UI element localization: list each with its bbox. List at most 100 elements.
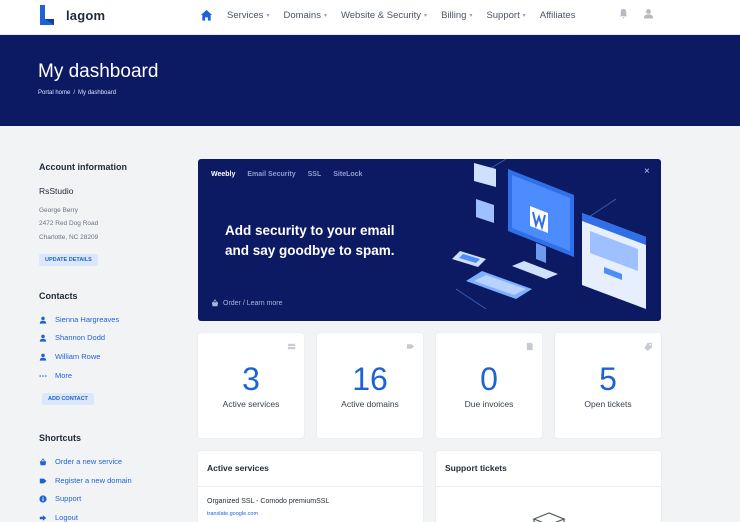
stat-label: Due invoices <box>464 399 514 409</box>
nav-item-billing[interactable]: Billing ▾ <box>441 10 472 21</box>
stat-label: Active services <box>222 399 280 409</box>
stat-card-active-domains[interactable]: 16 Active domains <box>317 333 423 438</box>
active-services-panel: Active services Organized SSL - Comodo p… <box>198 451 423 522</box>
chevron-down-icon: ▾ <box>424 12 428 19</box>
service-item-domain[interactable]: translate.google.com <box>207 511 258 517</box>
contact-name: Shannon Dodd <box>55 333 106 342</box>
account-info-heading: Account information <box>39 162 127 172</box>
nav-actions <box>618 8 654 19</box>
promo-order-link[interactable]: Order / Learn more <box>211 299 283 307</box>
stat-card-due-invoices[interactable]: 0 Due invoices <box>436 333 542 438</box>
shortcut-support[interactable]: Support <box>39 494 81 503</box>
stat-card-active-services[interactable]: 3 Active services <box>198 333 304 438</box>
update-details-button[interactable]: UPDATE DETAILS <box>39 254 98 266</box>
nav-label: Billing <box>441 9 467 21</box>
panel-title: Active services <box>207 463 269 473</box>
nav-label: Domains <box>283 9 321 21</box>
account-address-line1: 2472 Red Dog Road <box>39 220 99 227</box>
promo-heading-line2: and say goodbye to spam. <box>225 243 395 258</box>
service-item-name[interactable]: Organized SSL - Comodo premiumSSL <box>207 498 329 505</box>
stat-label: Active domains <box>341 399 399 409</box>
stat-value: 16 <box>352 361 388 397</box>
user-icon <box>39 316 47 324</box>
page-title: My dashboard <box>38 61 159 82</box>
logout-icon <box>39 514 47 521</box>
user-icon[interactable] <box>643 8 654 19</box>
tag-icon <box>406 344 415 349</box>
home-icon[interactable] <box>200 9 213 22</box>
top-navbar: lagom Services ▾ Domains ▾ Website & Secur… <box>0 0 740 35</box>
user-icon <box>39 353 47 361</box>
page-header: My dashboard Portal home / My dashboard <box>0 35 740 126</box>
contact-name: William Rowe <box>55 352 101 361</box>
account-company: RsStudio <box>39 186 74 196</box>
support-tickets-panel: Support tickets <box>436 451 661 522</box>
nav-label: Website & Security <box>340 9 422 21</box>
ellipsis-icon <box>39 374 47 377</box>
promo-tab-ssl[interactable]: SSL <box>308 171 322 178</box>
promo-tab-sitelock[interactable]: SiteLock <box>333 171 362 178</box>
logo[interactable]: lagom <box>38 4 105 26</box>
nav-item-affiliates[interactable]: Affiliates <box>540 10 576 21</box>
nav-item-website-security[interactable]: Website & Security ▾ <box>341 10 427 21</box>
promo-tabs: Weebly Email Security SSL SiteLock <box>211 171 362 178</box>
breadcrumb-current: My dashboard <box>78 90 117 96</box>
info-circle-icon <box>39 494 47 503</box>
contact-name: Sienna Hargreaves <box>55 315 120 324</box>
account-name: George Berry <box>39 207 79 214</box>
user-icon <box>39 334 47 342</box>
nav-item-support[interactable]: Support ▾ <box>486 10 525 21</box>
panel-divider <box>198 486 423 487</box>
chevron-down-icon: ▾ <box>469 12 473 19</box>
breadcrumb-separator: / <box>73 90 76 96</box>
promo-tab-email-security[interactable]: Email Security <box>247 171 295 178</box>
contacts-heading: Contacts <box>39 291 78 301</box>
empty-state-box-icon <box>532 512 566 522</box>
nav-label: Support <box>486 9 520 21</box>
chevron-down-icon: ▾ <box>323 12 327 19</box>
promo-banner: Weebly Email Security SSL SiteLock Add s… <box>198 159 661 321</box>
panel-divider <box>436 486 661 487</box>
nav-label: Affiliates <box>539 9 576 21</box>
breadcrumb: Portal home / My dashboard <box>38 90 116 96</box>
shortcut-label: Support <box>55 494 82 503</box>
shortcut-label: Order a new service <box>55 457 123 466</box>
contact-item[interactable]: Shannon Dodd <box>39 333 105 342</box>
shortcuts-heading: Shortcuts <box>39 433 82 443</box>
breadcrumb-portal-home[interactable]: Portal home <box>38 90 70 96</box>
add-contact-button[interactable]: ADD CONTACT <box>42 393 94 405</box>
stat-card-open-tickets[interactable]: 5 Open tickets <box>555 333 661 438</box>
contacts-more-link[interactable]: More <box>39 371 72 380</box>
promo-link-label: Order / Learn more <box>223 299 283 307</box>
lagom-logo-icon <box>40 5 54 25</box>
stat-value: 0 <box>480 361 498 397</box>
shortcut-label: Register a new domain <box>55 476 132 485</box>
basket-icon <box>39 457 47 465</box>
shortcut-order-service[interactable]: Order a new service <box>39 457 122 466</box>
panel-title: Support tickets <box>445 463 507 473</box>
promo-tab-weebly[interactable]: Weebly <box>211 171 235 178</box>
server-icon <box>287 343 296 350</box>
stat-value: 5 <box>599 361 617 397</box>
brand-name: lagom <box>66 7 106 23</box>
stat-value: 3 <box>242 361 260 397</box>
chevron-down-icon: ▾ <box>266 12 270 19</box>
isometric-devices-illustration <box>452 159 646 310</box>
nav-item-domains[interactable]: Domains ▾ <box>283 10 327 21</box>
contact-item[interactable]: Sienna Hargreaves <box>39 315 119 324</box>
contact-item[interactable]: William Rowe <box>39 352 100 361</box>
invoice-icon <box>526 342 533 351</box>
shortcut-logout[interactable]: Logout <box>39 513 78 522</box>
promo-heading: Add security to your email and say goodb… <box>225 221 425 261</box>
chevron-down-icon: ▾ <box>522 12 526 19</box>
stat-label: Open tickets <box>584 399 632 409</box>
promo-heading-line1: Add security to your email <box>225 223 395 238</box>
ticket-icon <box>644 342 653 351</box>
nav-item-services[interactable]: Services ▾ <box>227 10 269 21</box>
nav-label: Services <box>227 9 264 21</box>
account-address-line2: Charlotte, NC 28209 <box>39 234 99 241</box>
more-label: More <box>55 371 73 380</box>
main-nav: Services ▾ Domains ▾ Website & Security ▾ B… <box>200 0 575 30</box>
shortcut-register-domain[interactable]: Register a new domain <box>39 476 132 485</box>
bell-icon[interactable] <box>618 8 629 19</box>
